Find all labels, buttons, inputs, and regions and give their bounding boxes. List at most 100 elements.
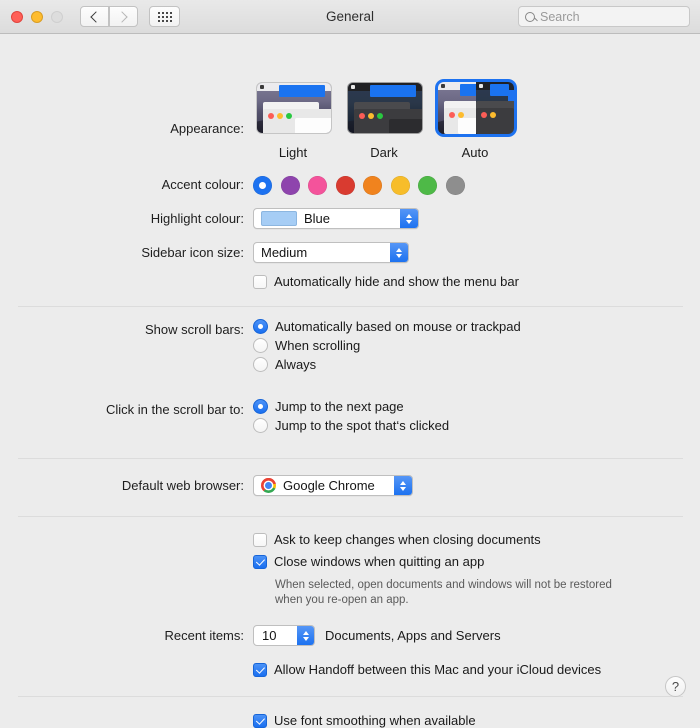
recent-items-value: 10	[262, 628, 277, 643]
back-button[interactable]	[80, 6, 109, 27]
radio-label: Automatically based on mouse or trackpad	[275, 319, 521, 334]
appearance-light-frame	[253, 79, 335, 137]
search-icon	[525, 11, 535, 22]
highlight-colour-value: Blue	[304, 211, 331, 226]
navigation-button-group	[80, 6, 138, 27]
separator-3	[18, 516, 683, 517]
accent-swatch-red[interactable]	[335, 176, 355, 195]
search-placeholder: Search	[540, 9, 580, 24]
radio-jump-next-page[interactable]: Jump to the next page	[253, 399, 449, 414]
chevron-updown-icon	[390, 243, 408, 262]
default-web-browser-label: Default web browser:	[121, 478, 244, 493]
appearance-light-thumbnail	[256, 82, 332, 134]
close-button[interactable]	[11, 10, 23, 23]
row-close-windows-quitting: Close windows when quitting an app	[0, 554, 484, 569]
grid-icon	[157, 11, 172, 22]
appearance-auto-frame	[435, 79, 517, 137]
appearance-auto-thumbnail	[438, 82, 514, 134]
radio-jump-to-spot[interactable]: Jump to the spot that‘s clicked	[253, 418, 449, 433]
traffic-light-group	[0, 10, 63, 23]
handoff-checkbox[interactable]: Allow Handoff between this Mac and your …	[253, 662, 601, 677]
ask-keep-changes-checkbox[interactable]: Ask to keep changes when closing documen…	[253, 532, 541, 547]
stepper-arrows-icon[interactable]	[297, 626, 314, 645]
accent-swatch-pink[interactable]	[308, 176, 327, 195]
handoff-label: Allow Handoff between this Mac and your …	[274, 662, 602, 677]
zoom-button[interactable]	[51, 10, 63, 23]
recent-items-stepper[interactable]: 10	[253, 625, 315, 646]
accent-colour-label: Accent colour:	[161, 177, 244, 192]
radio-indicator	[253, 319, 268, 334]
preferences-content: Appearance: Light Dark Auto Accent colou…	[0, 34, 700, 728]
radio-label: Always	[275, 357, 317, 372]
show-scroll-bars-label: Show scroll bars:	[145, 322, 244, 337]
radio-indicator	[253, 338, 268, 353]
radio-indicator	[253, 418, 268, 433]
help-button[interactable]: ?	[665, 676, 686, 697]
row-auto-hide-menu-bar: Automatically hide and show the menu bar	[0, 274, 519, 289]
close-windows-quitting-label: Close windows when quitting an app	[274, 554, 485, 569]
radio-label: When scrolling	[275, 338, 361, 353]
checkbox-box	[253, 554, 267, 569]
sidebar-icon-size-popup[interactable]: Medium	[253, 242, 409, 263]
row-recent-items: Recent items: 10 Documents, Apps and Ser…	[0, 625, 501, 646]
radio-label: Jump to the spot that‘s clicked	[275, 418, 450, 433]
checkbox-box	[253, 274, 267, 289]
search-field[interactable]: Search	[518, 6, 690, 27]
highlight-colour-label: Highlight colour:	[150, 211, 244, 226]
chevron-left-icon	[90, 10, 102, 23]
radio-scrollbars-automatic[interactable]: Automatically based on mouse or trackpad	[253, 319, 521, 334]
highlight-colour-popup[interactable]: Blue	[253, 208, 419, 229]
appearance-dark-frame	[344, 79, 426, 137]
accent-swatch-orange[interactable]	[363, 176, 382, 195]
accent-swatch-green[interactable]	[418, 176, 437, 195]
row-default-web-browser: Default web browser: Google Chrome	[0, 475, 413, 496]
auto-hide-menu-bar-label: Automatically hide and show the menu bar	[274, 274, 519, 289]
appearance-option-light[interactable]: Light	[253, 79, 333, 160]
show-all-button[interactable]	[149, 6, 180, 27]
default-web-browser-value: Google Chrome	[283, 478, 375, 493]
row-appearance: Appearance: Light Dark Auto	[0, 79, 517, 160]
default-web-browser-popup[interactable]: Google Chrome	[253, 475, 413, 496]
show-scroll-bars-options: Automatically based on mouse or trackpad…	[253, 319, 521, 372]
font-smoothing-label: Use font smoothing when available	[274, 713, 476, 728]
accent-swatch-blue[interactable]	[253, 176, 272, 195]
row-font-smoothing: Use font smoothing when available	[0, 713, 476, 728]
font-smoothing-checkbox[interactable]: Use font smoothing when available	[253, 713, 476, 728]
chrome-icon	[261, 478, 276, 493]
row-highlight-colour: Highlight colour: Blue	[0, 208, 419, 229]
documents-hint-line-1: When selected, open documents and window…	[275, 579, 612, 591]
forward-button[interactable]	[109, 6, 138, 27]
radio-scrollbars-always[interactable]: Always	[253, 357, 521, 372]
documents-hint: When selected, open documents and window…	[275, 578, 650, 608]
radio-label: Jump to the next page	[275, 399, 404, 414]
accent-swatch-graphite[interactable]	[445, 176, 465, 195]
appearance-dark-caption: Dark	[370, 145, 398, 160]
appearance-auto-caption: Auto	[461, 145, 489, 160]
accent-swatch-purple[interactable]	[280, 176, 300, 195]
minimize-button[interactable]	[31, 10, 43, 23]
radio-scrollbars-when-scrolling[interactable]: When scrolling	[253, 338, 521, 353]
accent-swatch-yellow[interactable]	[390, 176, 410, 195]
chevron-updown-icon	[394, 476, 412, 495]
recent-items-suffix: Documents, Apps and Servers	[325, 628, 501, 643]
highlight-colour-swatch	[261, 211, 297, 226]
radio-indicator	[253, 399, 268, 414]
row-click-scroll-bar: Click in the scroll bar to: Jump to the …	[0, 399, 449, 433]
click-scroll-bar-options: Jump to the next page Jump to the spot t…	[253, 399, 449, 433]
click-scroll-bar-label: Click in the scroll bar to:	[106, 402, 244, 417]
row-show-scroll-bars: Show scroll bars: Automatically based on…	[0, 319, 521, 372]
separator-1	[18, 306, 683, 307]
close-windows-quitting-checkbox[interactable]: Close windows when quitting an app	[253, 554, 484, 569]
separator-4	[18, 696, 683, 697]
auto-hide-menu-bar-checkbox[interactable]: Automatically hide and show the menu bar	[253, 274, 519, 289]
documents-hint-line-2: when you re-open an app.	[275, 594, 409, 606]
checkbox-box	[253, 662, 267, 677]
row-sidebar-icon-size: Sidebar icon size: Medium	[0, 242, 409, 263]
appearance-options: Light Dark Auto	[253, 79, 517, 160]
row-accent-colour: Accent colour:	[0, 176, 465, 195]
appearance-option-dark[interactable]: Dark	[344, 79, 424, 160]
ask-keep-changes-label: Ask to keep changes when closing documen…	[274, 532, 541, 547]
window-titlebar: General Search	[0, 0, 700, 34]
appearance-label: Appearance:	[170, 121, 244, 136]
appearance-option-auto[interactable]: Auto	[435, 79, 517, 160]
